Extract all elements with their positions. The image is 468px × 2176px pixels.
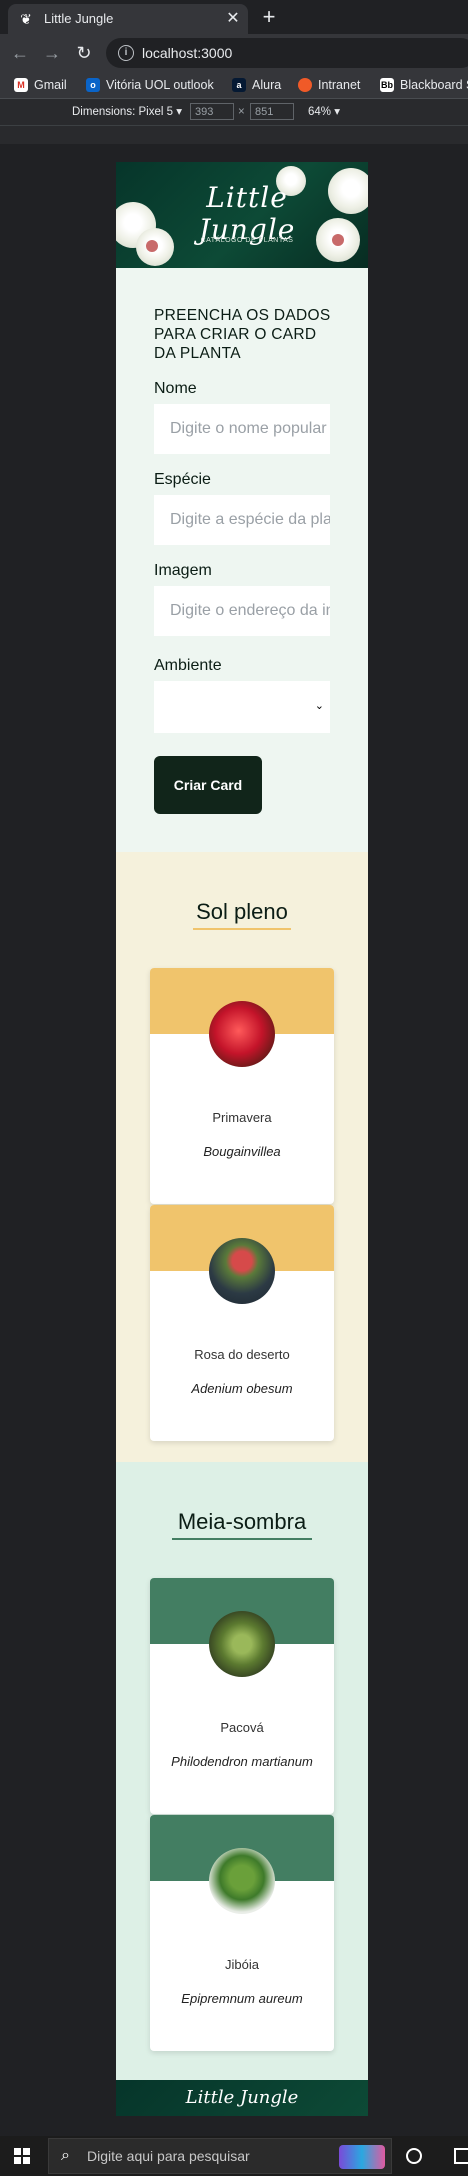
plant-name: Jibóia [225, 1957, 259, 1972]
species-label: Espécie [154, 471, 211, 488]
windows-taskbar: ⌕ Digite aqui para pesquisar [0, 2136, 468, 2176]
intranet-icon [298, 78, 312, 92]
chevron-down-icon: ▾ [176, 106, 182, 118]
plant-species: Adenium obesum [191, 1381, 293, 1396]
plus-icon[interactable]: + [258, 6, 280, 28]
plant-card: Primavera Bougainvillea [150, 968, 334, 1204]
forward-icon[interactable]: → [40, 41, 64, 65]
image-input[interactable]: Digite o endereço da imagem [154, 586, 330, 636]
info-icon[interactable]: i [118, 45, 134, 61]
devtools-ruler [0, 125, 468, 144]
bookmarks-bar: M Gmail o Vitória UOL outlook a Alura Intra… [0, 72, 468, 99]
alura-icon: a [232, 78, 246, 92]
page: Little Jungle CATÁLOGO DE PLANTAS PREENC… [116, 162, 368, 2116]
plant-card: Rosa do deserto Adenium obesum [150, 1205, 334, 1441]
dimension-separator: × [238, 106, 245, 118]
plant-species: Philodendron martianum [171, 1754, 313, 1769]
back-icon[interactable]: ← [8, 41, 32, 65]
gmail-icon: M [14, 78, 28, 92]
taskbar-search-placeholder: Digite aqui para pesquisar [87, 2148, 250, 2164]
create-card-button[interactable]: Criar Card [154, 756, 262, 814]
section-title-underline [172, 1538, 312, 1540]
section-sol-pleno: Sol pleno Primavera Bougainvillea Rosa d… [116, 852, 368, 1462]
browser-tab-bar: ❦ Little Jungle ✕ + [0, 0, 468, 34]
address-bar[interactable]: i localhost:3000 [106, 38, 468, 68]
name-label: Nome [154, 380, 197, 397]
section-meia-sombra: Meia-sombra Pacová Philodendron martianu… [116, 1462, 368, 2080]
task-view-icon[interactable] [454, 2148, 468, 2164]
plant-card: Pacová Philodendron martianum [150, 1578, 334, 1814]
chevron-down-icon: ⌄ [314, 700, 324, 712]
bookmark-outlook[interactable]: o Vitória UOL outlook [86, 76, 214, 94]
zoom-select[interactable]: 64% ▾ [308, 104, 340, 120]
device-height-input[interactable]: 851 [250, 103, 294, 120]
plant-name: Pacová [220, 1720, 264, 1735]
bookmark-gmail[interactable]: M Gmail [14, 76, 67, 94]
reload-icon[interactable]: ↻ [72, 41, 96, 65]
cortana-icon[interactable] [406, 2148, 422, 2164]
environment-select[interactable]: ⌄ [154, 681, 330, 733]
section-title: Meia-sombra [177, 1509, 307, 1534]
browser-toolbar: ← → ↻ i localhost:3000 [0, 34, 468, 72]
site-header: Little Jungle CATÁLOGO DE PLANTAS [116, 162, 368, 268]
orchid-core-icon [146, 240, 158, 252]
taskbar-search[interactable]: ⌕ Digite aqui para pesquisar [48, 2138, 392, 2174]
device-toolbar: Dimensions: Pixel 5 ▾ 393 × 851 64% ▾ [0, 99, 468, 125]
footer-logo: Little Jungle [185, 2087, 299, 2108]
device-dimensions-select[interactable]: Dimensions: Pixel 5 ▾ [72, 104, 182, 120]
plant-card: Jibóia Epipremnum aureum [150, 1815, 334, 2051]
bookmark-alura[interactable]: a Alura [232, 76, 281, 94]
plant-favicon-icon: ❦ [20, 11, 32, 27]
chevron-down-icon: ▾ [334, 106, 341, 118]
plant-species: Bougainvillea [203, 1144, 281, 1159]
image-label: Imagem [154, 562, 212, 579]
browser-tab[interactable]: ❦ Little Jungle ✕ [8, 4, 248, 34]
bookmark-intranet[interactable]: Intranet [298, 76, 360, 94]
plant-photo [209, 1001, 275, 1067]
search-highlight-icon [339, 2145, 385, 2169]
orchid-core-icon [332, 234, 344, 246]
search-icon: ⌕ [61, 2147, 70, 2164]
device-width-input[interactable]: 393 [190, 103, 234, 120]
section-title-underline [193, 928, 291, 930]
plant-name: Rosa do deserto [194, 1347, 290, 1362]
name-input[interactable]: Digite o nome popular [154, 404, 330, 454]
orchid-flower-icon [328, 168, 368, 214]
outlook-icon: o [86, 78, 100, 92]
plant-form: PREENCHA OS DADOS PARA CRIAR O CARD DA P… [116, 268, 368, 852]
site-subtitle: CATÁLOGO DE PLANTAS [200, 237, 294, 244]
plant-name: Primavera [212, 1110, 272, 1125]
bookmark-blackboard[interactable]: Bb Blackboard S [380, 76, 468, 94]
url-text: localhost:3000 [142, 45, 233, 61]
plant-species: Epipremnum aureum [181, 1991, 303, 2006]
environment-label: Ambiente [154, 657, 222, 674]
site-footer: Little Jungle [116, 2080, 368, 2116]
section-title: Sol pleno [196, 899, 288, 924]
plant-photo [209, 1611, 275, 1677]
plant-photo [209, 1238, 275, 1304]
windows-icon[interactable] [14, 2148, 30, 2164]
plant-photo [209, 1848, 275, 1914]
tab-title: Little Jungle [44, 11, 114, 26]
form-heading: PREENCHA OS DADOS PARA CRIAR O CARD DA P… [154, 307, 331, 362]
blackboard-icon: Bb [380, 78, 394, 92]
species-input[interactable]: Digite a espécie da planta [154, 495, 330, 545]
close-icon[interactable]: ✕ [224, 10, 242, 28]
